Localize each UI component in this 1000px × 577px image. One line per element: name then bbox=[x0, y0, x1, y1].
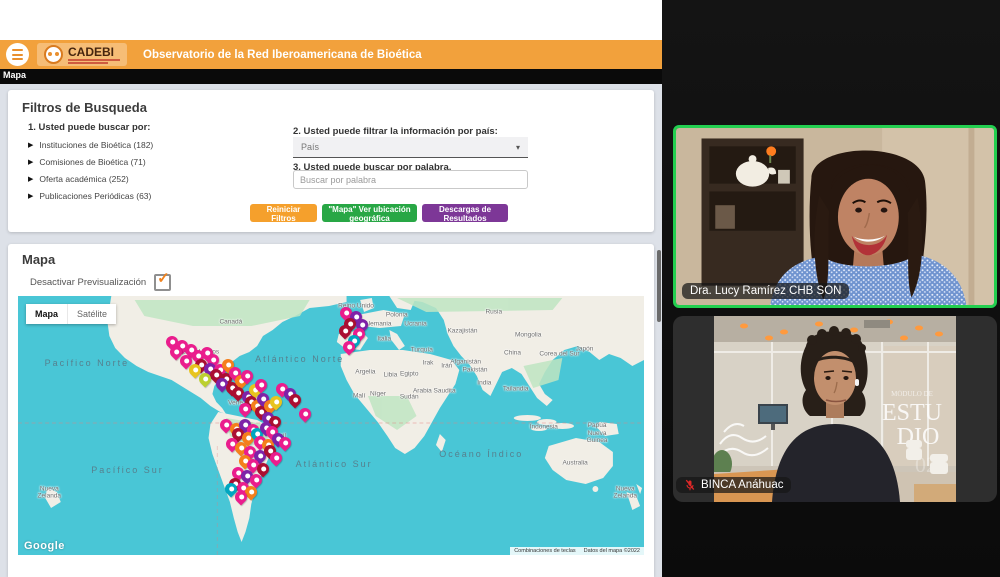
triangle-right-icon: ▶ bbox=[28, 158, 33, 166]
map-type-map-button[interactable]: Mapa bbox=[26, 304, 68, 324]
filter-item-label: Comisiones de Bioética (71) bbox=[39, 157, 145, 167]
breadcrumb: Mapa bbox=[0, 69, 662, 84]
mic-off-icon bbox=[684, 479, 696, 491]
participant-name: Dra. Lucy Ramírez CHB SON bbox=[690, 285, 841, 297]
filter-item[interactable]: ▶ Comisiones de Bioética (71) bbox=[28, 153, 153, 170]
filter-item[interactable]: ▶ Instituciones de Bioética (182) bbox=[28, 136, 153, 153]
filter-item-label: Oferta académica (252) bbox=[39, 174, 128, 184]
country-select[interactable]: País ▾ bbox=[293, 137, 528, 158]
cadebi-logo-icon bbox=[44, 45, 63, 64]
filter-item-label: Publicaciones Periódicas (63) bbox=[39, 191, 151, 201]
map-view-button[interactable]: "Mapa" Ver ubicación geográfica bbox=[322, 204, 417, 222]
country-select-value: País bbox=[301, 142, 319, 152]
map-canvas[interactable]: Mapa Satélite Google Combinaciones de te… bbox=[18, 296, 644, 555]
page-scrollbar[interactable] bbox=[657, 250, 661, 322]
filter-item-list: ▶ Instituciones de Bioética (182) ▶ Comisio… bbox=[28, 136, 153, 204]
filters-section1-label: 1. Usted puede buscar por: bbox=[28, 122, 150, 133]
chevron-down-icon: ▾ bbox=[516, 143, 520, 152]
site-title: Observatorio de la Red Iberoamericana de… bbox=[143, 49, 422, 61]
participant-tile-binca[interactable]: MÓDULO DE ESTU DIO 02 bbox=[673, 316, 997, 502]
shelf-illustration bbox=[702, 138, 804, 285]
map-footer: Combinaciones de teclas Datos del mapa ©… bbox=[510, 547, 644, 555]
google-logo: Google bbox=[24, 540, 65, 552]
map-card: Mapa Desactivar Previsualización ✓ bbox=[8, 244, 654, 577]
map-type-control: Mapa Satélite bbox=[26, 304, 116, 324]
filters-section2-label: 2. Usted puede filtrar la información po… bbox=[293, 126, 498, 137]
participant-name-badge: BINCA Anáhuac bbox=[676, 477, 791, 493]
participants-panel: Dra. Lucy Ramírez CHB SON bbox=[662, 0, 1000, 577]
site-header: CADEBI Observatorio de la Red Iberoameri… bbox=[0, 40, 662, 69]
preview-toggle-label: Desactivar Previsualización bbox=[30, 277, 146, 288]
filter-item-label: Instituciones de Bioética (182) bbox=[39, 140, 153, 150]
preview-checkbox[interactable]: ✓ bbox=[154, 274, 171, 291]
triangle-right-icon: ▶ bbox=[28, 192, 33, 200]
filters-title: Filtros de Busqueda bbox=[22, 100, 147, 115]
participant-tile-lucy[interactable]: Dra. Lucy Ramírez CHB SON bbox=[673, 125, 997, 308]
participant-video: MÓDULO DE ESTU DIO 02 bbox=[714, 316, 956, 502]
logo-text: CADEBI bbox=[68, 46, 120, 58]
world-map-graphic bbox=[18, 296, 644, 555]
hamburger-menu-icon[interactable] bbox=[6, 43, 29, 66]
filter-item[interactable]: ▶ Oferta académica (252) bbox=[28, 170, 153, 187]
participant-video bbox=[676, 128, 994, 305]
keyboard-shortcuts-link[interactable]: Combinaciones de teclas bbox=[510, 547, 579, 555]
participant-name: BINCA Anáhuac bbox=[701, 479, 783, 491]
logo-subtext-line bbox=[68, 59, 120, 61]
zoom-call-window: CADEBI Observatorio de la Red Iberoameri… bbox=[0, 0, 1000, 577]
browser-top-whitespace bbox=[0, 0, 662, 40]
download-results-button[interactable]: Descargas de Resultados bbox=[422, 204, 508, 222]
search-input[interactable] bbox=[293, 170, 528, 189]
triangle-right-icon: ▶ bbox=[28, 175, 33, 183]
svg-text:MÓDULO DE: MÓDULO DE bbox=[891, 390, 933, 398]
screen-share-region: CADEBI Observatorio de la Red Iberoameri… bbox=[0, 0, 662, 577]
filters-card: Filtros de Busqueda 1. Usted puede busca… bbox=[8, 90, 654, 232]
svg-text:ESTU: ESTU bbox=[882, 400, 942, 426]
check-icon: ✓ bbox=[157, 269, 170, 287]
filter-item[interactable]: ▶ Publicaciones Periódicas (63) bbox=[28, 187, 153, 204]
participant-name-badge: Dra. Lucy Ramírez CHB SON bbox=[682, 283, 849, 299]
map-type-satellite-button[interactable]: Satélite bbox=[68, 304, 116, 324]
cadebi-logo[interactable]: CADEBI bbox=[37, 43, 127, 66]
triangle-right-icon: ▶ bbox=[28, 141, 33, 149]
logo-subtext-line bbox=[68, 62, 108, 64]
map-section-title: Mapa bbox=[22, 252, 55, 267]
map-data-attribution: Datos del mapa ©2022 bbox=[580, 547, 644, 555]
reset-filters-button[interactable]: Reiniciar Filtros bbox=[250, 204, 317, 222]
